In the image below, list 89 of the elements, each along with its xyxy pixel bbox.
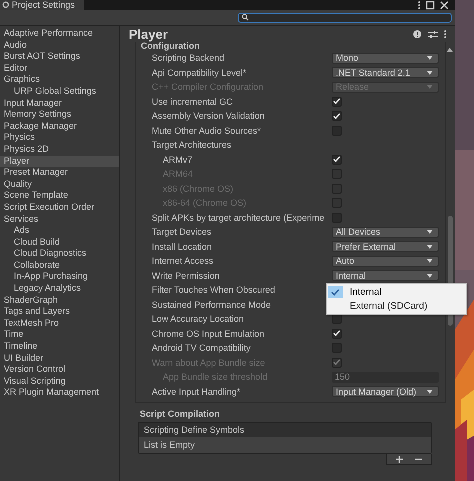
caret-icon: [427, 230, 433, 234]
field-label: Install Location: [152, 242, 212, 252]
list-header: Scripting Define Symbols: [139, 423, 431, 437]
sidebar-item[interactable]: Cloud Build: [0, 236, 119, 248]
dropdown[interactable]: Input Manager (Old): [332, 386, 439, 398]
sidebar-item[interactable]: URP Global Settings: [0, 86, 119, 98]
sidebar-item[interactable]: Editor: [0, 62, 119, 74]
caret-icon: [427, 244, 433, 249]
sidebar-item[interactable]: Version Control: [0, 364, 119, 376]
field-label: Use incremental GC: [152, 96, 234, 107]
dropdown[interactable]: Auto: [332, 256, 439, 267]
dropdown[interactable]: .NET Standard 2.1: [332, 67, 439, 78]
sidebar-item[interactable]: Visual Scripting: [0, 376, 119, 388]
sidebar-item[interactable]: Adaptive Performance: [0, 28, 119, 40]
checkbox[interactable]: [332, 314, 342, 324]
panel-title: Player: [129, 26, 168, 42]
checkbox[interactable]: [332, 96, 342, 107]
sidebar-item[interactable]: Graphics: [0, 74, 119, 86]
dropdown[interactable]: All Devices: [332, 226, 439, 238]
field-label: Android TV Compatibility: [152, 343, 251, 354]
field-label: Target Devices: [152, 227, 212, 238]
sidebar-item[interactable]: Preset Manager: [0, 167, 119, 179]
check-icon: [328, 286, 343, 298]
dropdown[interactable]: Internal: [332, 270, 439, 282]
search-field[interactable]: [238, 12, 452, 22]
sidebar-item[interactable]: Time: [0, 329, 119, 342]
sidebar-item[interactable]: TextMesh Pro: [0, 318, 119, 330]
sidebar-item[interactable]: Ads: [0, 225, 119, 237]
caret-icon: [427, 274, 433, 278]
maximize-icon[interactable]: [426, 0, 435, 10]
field-label: Filter Touches When Obscured: [152, 285, 276, 296]
sidebar-item[interactable]: Package Manager: [0, 120, 119, 132]
field-label: Sustained Performance Mode: [152, 300, 272, 310]
dropdown[interactable]: Mono: [332, 52, 439, 64]
plus-icon[interactable]: [396, 456, 403, 462]
sidebar-item[interactable]: Tags and Layers: [0, 306, 119, 318]
field-label: ARMv7: [163, 154, 193, 165]
checkbox[interactable]: [332, 154, 342, 165]
sidebar-item[interactable]: Player: [0, 156, 119, 168]
sidebar-item[interactable]: Memory Settings: [0, 109, 119, 121]
sidebar-item[interactable]: Timeline: [0, 341, 119, 353]
sidebar-item[interactable]: Input Manager: [0, 98, 119, 110]
more-icon[interactable]: [444, 30, 447, 38]
sidebar-item[interactable]: Quality: [0, 178, 119, 190]
sidebar-item[interactable]: Scene Template: [0, 190, 119, 202]
field-label: Active Input Handling*: [152, 386, 241, 397]
sidebar-item[interactable]: Physics 2D: [0, 144, 119, 156]
menu-item[interactable]: External (SDCard): [350, 300, 428, 312]
sidebar-item[interactable]: XR Plugin Management: [0, 387, 119, 399]
sidebar-item[interactable]: Cloud Diagnostics: [0, 248, 119, 260]
sidebar-item[interactable]: Services: [0, 214, 119, 226]
window-title: Project Settings: [12, 0, 76, 10]
field-label: Target Architectures: [152, 140, 232, 150]
scroll-up-icon[interactable]: [447, 48, 453, 52]
caret-icon: [427, 56, 433, 60]
field-label: Internet Access: [152, 256, 214, 266]
sidebar-item[interactable]: Physics: [0, 132, 119, 144]
field-label: Mute Other Audio Sources*: [152, 126, 262, 136]
field-label: Assembly Version Validation: [152, 111, 265, 122]
checkbox[interactable]: [332, 328, 342, 339]
dropdown[interactable]: Prefer External: [332, 241, 439, 252]
field-label: Api Compatibility Level*: [152, 68, 247, 78]
sidebar-item[interactable]: Script Execution Order: [0, 202, 119, 214]
sidebar-item[interactable]: ShaderGraph: [0, 294, 119, 306]
menu-item[interactable]: Internal: [350, 286, 382, 298]
sidebar-item[interactable]: Legacy Analytics: [0, 283, 119, 295]
close-icon[interactable]: [440, 0, 449, 10]
checkbox[interactable]: [332, 111, 342, 122]
list-empty-text: List is Empty: [139, 437, 431, 453]
sidebar-item[interactable]: In-App Purchasing: [0, 271, 119, 284]
caret-icon: [427, 85, 433, 90]
field-label: Scripting Backend: [152, 53, 225, 64]
sidebar-item[interactable]: Burst AOT Settings: [0, 51, 119, 63]
sidebar-item[interactable]: UI Builder: [0, 352, 119, 364]
section-title: Script Compilation: [140, 409, 222, 420]
caret-icon: [427, 70, 433, 75]
more-icon[interactable]: [418, 0, 421, 10]
field-label: Write Permission: [152, 270, 220, 281]
caret-icon: [427, 259, 433, 264]
section-title: Configuration: [141, 42, 201, 51]
sidebar-item[interactable]: Collaborate: [0, 260, 119, 272]
field-label: Low Accuracy Location: [152, 314, 244, 324]
sidebar-item[interactable]: Audio: [0, 40, 119, 52]
field-label: Split APKs by target architecture (Experime: [152, 212, 325, 223]
search-icon: [242, 14, 249, 21]
sliders-icon[interactable]: [428, 30, 438, 38]
caret-icon: [427, 390, 433, 394]
window-tab[interactable]: Project Settings: [0, 0, 84, 10]
field-label: Chrome OS Input Emulation: [152, 328, 265, 339]
